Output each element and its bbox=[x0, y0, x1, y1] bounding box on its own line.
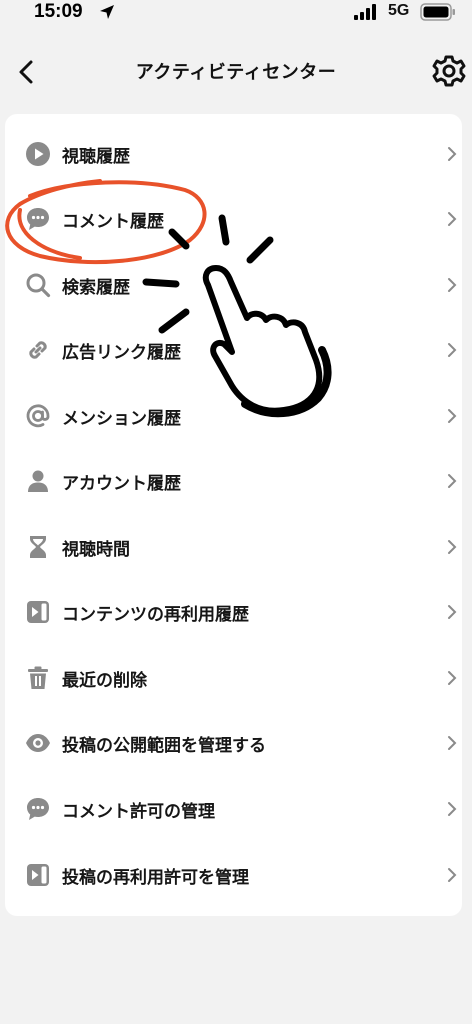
chevron-right-icon bbox=[448, 212, 457, 226]
play-box-icon bbox=[27, 601, 49, 623]
page-title: アクティビティセンター bbox=[135, 62, 337, 83]
network-type: 5G bbox=[388, 2, 410, 19]
link-icon bbox=[29, 341, 47, 359]
chevron-right-icon bbox=[448, 343, 457, 357]
chevron-right-icon bbox=[448, 278, 457, 292]
chevron-right-icon bbox=[448, 868, 457, 882]
chevron-right-icon bbox=[448, 540, 457, 554]
settings-gear-icon[interactable] bbox=[432, 54, 466, 88]
comment-bubble-icon bbox=[27, 208, 49, 230]
menu-item-label: コメント履歴 bbox=[62, 212, 164, 232]
menu-item-label: 投稿の公開範囲を管理する bbox=[62, 736, 266, 756]
menu-item-search-history[interactable]: 検索履歴 bbox=[5, 253, 462, 318]
chevron-right-icon bbox=[448, 474, 457, 488]
menu-item-label: コンテンツの再利用履歴 bbox=[62, 605, 249, 625]
menu-item-watch-time[interactable]: 視聴時間 bbox=[5, 515, 462, 580]
cellular-signal-icon bbox=[354, 4, 376, 20]
status-bar: 15:09 5G bbox=[0, 0, 472, 28]
menu-item-label: 検索履歴 bbox=[62, 278, 130, 298]
trash-icon bbox=[28, 666, 48, 689]
battery-icon bbox=[420, 3, 455, 21]
menu-item-label: コメント許可の管理 bbox=[62, 802, 215, 822]
menu-item-account-history[interactable]: アカウント履歴 bbox=[5, 449, 462, 514]
chevron-right-icon bbox=[448, 605, 457, 619]
person-icon bbox=[28, 470, 48, 492]
play-circle-icon bbox=[26, 142, 50, 166]
chevron-right-icon bbox=[448, 671, 457, 685]
chevron-right-icon bbox=[448, 409, 457, 423]
nav-bar: アクティビティセンター bbox=[0, 44, 472, 100]
search-icon bbox=[26, 273, 51, 298]
menu-item-comment-permissions[interactable]: コメント許可の管理 bbox=[5, 777, 462, 842]
activity-menu-card: 視聴履歴 コメント履歴 検索履歴 広告リンク履歴 メンション履歴 アカウント履歴… bbox=[5, 114, 462, 916]
chevron-right-icon bbox=[448, 736, 457, 750]
menu-item-label: 投稿の再利用許可を管理 bbox=[62, 868, 249, 888]
menu-item-mention-history[interactable]: メンション履歴 bbox=[5, 384, 462, 449]
comment-bubble-icon bbox=[27, 798, 49, 820]
menu-item-label: 視聴履歴 bbox=[62, 147, 130, 167]
menu-item-label: アカウント履歴 bbox=[62, 474, 181, 494]
play-box-icon bbox=[27, 864, 49, 886]
chevron-right-icon bbox=[448, 802, 457, 816]
eye-icon bbox=[26, 734, 50, 752]
menu-item-ad-link-history[interactable]: 広告リンク履歴 bbox=[5, 318, 462, 383]
menu-item-watch-history[interactable]: 視聴履歴 bbox=[5, 122, 462, 187]
menu-item-post-reuse-permissions[interactable]: 投稿の再利用許可を管理 bbox=[5, 843, 462, 908]
hourglass-icon bbox=[30, 536, 46, 558]
menu-item-label: 広告リンク履歴 bbox=[62, 343, 181, 363]
menu-item-comment-history[interactable]: コメント履歴 bbox=[5, 187, 462, 252]
menu-item-label: 視聴時間 bbox=[62, 540, 130, 560]
at-sign-icon bbox=[26, 404, 50, 428]
chevron-right-icon bbox=[448, 147, 457, 161]
menu-item-label: メンション履歴 bbox=[62, 409, 181, 429]
menu-item-post-visibility[interactable]: 投稿の公開範囲を管理する bbox=[5, 711, 462, 776]
menu-item-content-reuse-history[interactable]: コンテンツの再利用履歴 bbox=[5, 580, 462, 645]
status-time: 15:09 bbox=[34, 1, 83, 22]
location-arrow-icon bbox=[100, 5, 114, 19]
menu-item-recently-deleted[interactable]: 最近の削除 bbox=[5, 646, 462, 711]
menu-item-label: 最近の削除 bbox=[62, 671, 147, 691]
